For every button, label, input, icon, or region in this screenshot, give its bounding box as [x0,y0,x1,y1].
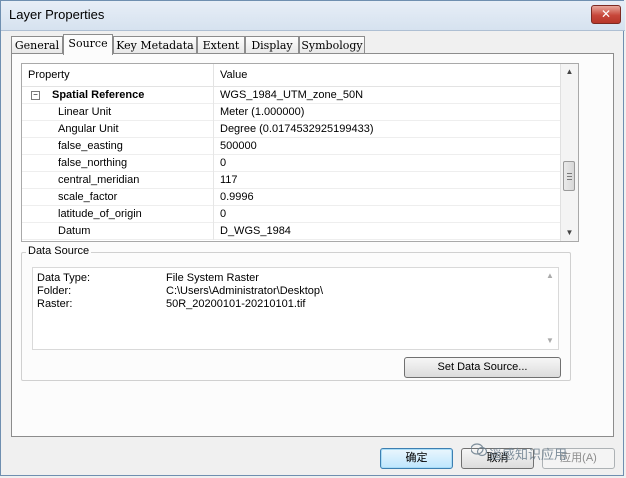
tab-general[interactable]: General [11,36,63,53]
layer-properties-window: Layer Properties ✕ General Source Key Me… [0,0,625,476]
property-name: false_easting [58,140,123,152]
property-name: latitude_of_origin [58,208,142,220]
source-tab-panel: Property Value − Spatial Reference WGS_1… [11,53,614,437]
watermark: 遥感知识应用 [471,443,568,463]
scroll-up-icon[interactable]: ▲ [561,64,578,80]
tab-key-metadata[interactable]: Key Metadata [113,36,197,53]
tab-display[interactable]: Display [245,36,299,53]
property-name: Angular Unit [58,123,119,135]
tab-symbology[interactable]: Symbology [299,36,365,53]
grid-header: Property Value [22,64,562,87]
property-name: central_meridian [58,174,140,186]
tab-source[interactable]: Source [63,34,113,55]
set-data-source-button[interactable]: Set Data Source... [404,357,561,378]
scroll-down-icon[interactable]: ▼ [561,225,578,241]
spatial-reference-row[interactable]: − Spatial Reference WGS_1984_UTM_zone_50… [22,87,562,104]
ok-button[interactable]: 确定 [380,448,453,469]
grid-row[interactable]: false_northing 0 [22,155,562,172]
property-name: scale_factor [58,191,118,203]
grid-row[interactable]: Linear Unit Meter (1.000000) [22,104,562,121]
row-gutter [22,104,214,121]
folder-key: Folder: [37,285,72,297]
grip-line [567,176,572,177]
row-gutter [22,189,214,206]
grid-vertical-scrollbar[interactable]: ▲ ▼ [560,64,578,241]
data-type-key: Data Type: [37,272,90,284]
row-gutter [22,223,214,240]
data-type-value: File System Raster [166,272,259,284]
folder-value: C:\Users\Administrator\Desktop\ [166,285,324,297]
grip-line [567,179,572,180]
grid-row[interactable]: Datum D_WGS_1984 [22,223,562,240]
raster-key: Raster: [37,298,73,310]
data-source-group: Data Source Data Type: File System Raste… [21,245,571,381]
watermark-text: 遥感知识应用 [489,447,568,462]
property-column-header[interactable]: Property [22,64,214,86]
data-source-info[interactable]: Data Type: File System Raster Folder: C:… [32,267,559,350]
grid-row[interactable]: scale_factor 0.9996 [22,189,562,206]
property-grid[interactable]: Property Value − Spatial Reference WGS_1… [21,63,579,242]
wechat-icon [471,443,487,457]
scroll-down-icon[interactable]: ▼ [542,333,558,349]
property-name: Linear Unit [58,106,112,118]
scroll-up-icon[interactable]: ▲ [542,268,558,284]
property-value: 0 [220,208,227,220]
data-source-label: Data Source [26,245,92,257]
grid-row[interactable]: false_easting 500000 [22,138,562,155]
title-bar[interactable]: Layer Properties ✕ [1,1,625,31]
window-title: Layer Properties [9,7,105,22]
property-value: 0.9996 [220,191,254,203]
scrollbar-thumb[interactable] [563,161,575,191]
property-value: Degree (0.0174532925199433) [220,123,374,135]
grid-row[interactable]: latitude_of_origin 0 [22,206,562,223]
property-value: D_WGS_1984 [220,225,291,237]
data-source-scrollbar[interactable]: ▲ ▼ [542,268,558,349]
property-value: 0 [220,157,227,169]
group-value: WGS_1984_UTM_zone_50N [220,89,364,101]
property-name: Datum [58,225,91,237]
property-value: 117 [220,174,238,186]
close-button[interactable]: ✕ [591,5,621,24]
tab-extent[interactable]: Extent [197,36,245,53]
raster-value: 50R_20200101-20210101.tif [166,298,306,310]
group-name: Spatial Reference [52,89,145,101]
property-value: Meter (1.000000) [220,106,305,118]
collapse-icon[interactable]: − [31,91,40,100]
value-column-header[interactable]: Value [214,64,562,86]
close-icon: ✕ [600,7,612,21]
grid-row[interactable]: Angular Unit Degree (0.0174532925199433) [22,121,562,138]
grip-line [567,173,572,174]
grid-row[interactable]: central_meridian 117 [22,172,562,189]
property-name: false_northing [58,157,128,169]
property-value: 500000 [220,140,257,152]
